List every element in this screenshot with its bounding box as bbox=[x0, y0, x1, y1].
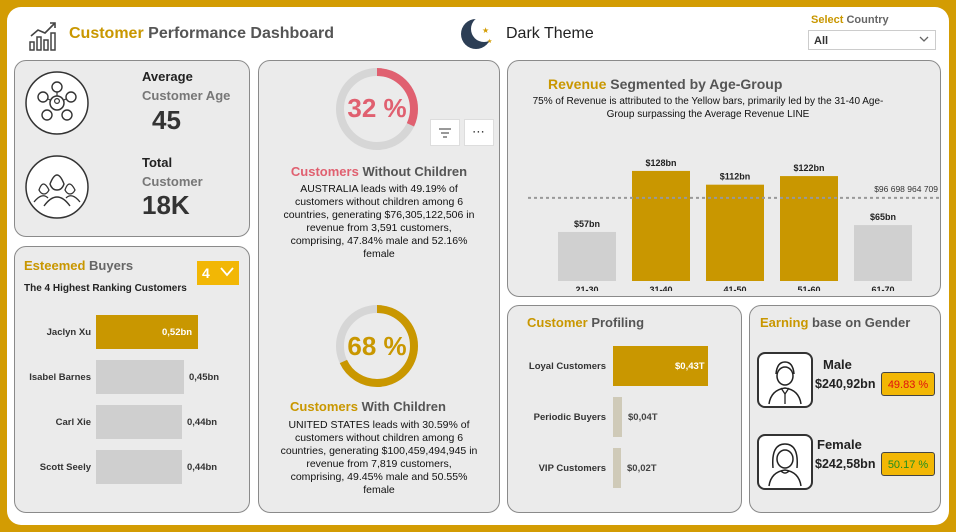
male-revenue: $240,92bn bbox=[815, 377, 876, 391]
profile-name: VIP Customers bbox=[538, 463, 606, 474]
male-label: Male bbox=[823, 357, 852, 372]
country-select[interactable]: All bbox=[808, 30, 936, 50]
male-avatar-icon bbox=[757, 352, 813, 408]
country-select-value: All bbox=[814, 35, 829, 47]
without-children-percent: 32 % bbox=[347, 93, 407, 123]
revenue-card: Revenue Segmented by Age-Group 75% of Re… bbox=[507, 60, 941, 297]
revenue-bar-label: $112bn bbox=[720, 172, 751, 182]
children-card: 32 % ⋯ Customers Without Children AUSTRA… bbox=[258, 60, 500, 513]
without-children-text: AUSTRALIA leads with 49.19% of customers… bbox=[283, 183, 475, 260]
total-customer-value: 18K bbox=[142, 190, 190, 220]
with-children-percent: 68 % bbox=[347, 331, 407, 361]
country-select-label: Select Country bbox=[811, 14, 889, 26]
revenue-bar[interactable] bbox=[632, 170, 690, 281]
revenue-bar[interactable] bbox=[558, 231, 616, 281]
profile-value-label: $0,43T bbox=[675, 361, 705, 372]
kpi-card: Average Customer Age 45 Total Customer 1… bbox=[14, 60, 250, 237]
gender-title: Earning base on Gender bbox=[760, 315, 911, 330]
buyer-name: Isabel Barnes bbox=[29, 372, 91, 383]
buyer-name: Jaclyn Xu bbox=[46, 327, 91, 338]
buyers-subtitle: The 4 Highest Ranking Customers bbox=[24, 283, 187, 294]
theme-toggle[interactable]: ★ ★ Dark Theme bbox=[460, 16, 620, 52]
revenue-category-label: 21-30 bbox=[575, 285, 598, 291]
avg-age-subtitle: Customer Age bbox=[142, 88, 231, 103]
buyers-title: Esteemed Buyers bbox=[24, 258, 134, 273]
buyer-bar[interactable] bbox=[96, 450, 182, 484]
avg-age-title: Average bbox=[142, 69, 193, 84]
profiling-card: Customer Profiling Loyal Customers $0,43T… bbox=[507, 305, 742, 513]
revenue-bar-label: $128bn bbox=[645, 158, 676, 168]
more-options-icon: ⋯ bbox=[472, 125, 485, 140]
buyer-bar[interactable] bbox=[96, 405, 182, 439]
svg-text:★: ★ bbox=[487, 38, 492, 45]
female-percent-badge: 50.17 % bbox=[881, 452, 935, 476]
buyer-bar[interactable] bbox=[96, 360, 184, 394]
top-n-value: 4 bbox=[202, 265, 210, 281]
female-label: Female bbox=[817, 437, 862, 452]
profile-name: Loyal Customers bbox=[528, 361, 606, 372]
total-customer-subtitle: Customer bbox=[142, 174, 203, 189]
top-n-select[interactable]: 4 bbox=[197, 261, 239, 285]
average-revenue-label: $96 698 964 709 bbox=[874, 184, 938, 194]
buyer-value-label: 0,45bn bbox=[189, 372, 220, 383]
buyer-name: Scott Seely bbox=[39, 462, 91, 473]
more-options-button[interactable]: ⋯ bbox=[464, 119, 494, 146]
svg-text:★: ★ bbox=[482, 26, 489, 35]
chevron-down-icon bbox=[219, 265, 235, 279]
customer-women-icon bbox=[24, 154, 90, 220]
revenue-bar-chart: $57bn 21-30 $128bn 31-40 $112bn 41-50 $122bn 51… bbox=[528, 158, 940, 291]
theme-label: Dark Theme bbox=[506, 25, 594, 42]
visual-filter-button[interactable] bbox=[430, 119, 460, 146]
with-children-title: Customers With Children bbox=[290, 399, 446, 414]
customer-group-icon bbox=[24, 70, 90, 136]
profile-value-label: $0,02T bbox=[627, 463, 657, 474]
revenue-subtitle: 75% of Revenue is attributed to the Yell… bbox=[532, 96, 884, 120]
filter-icon bbox=[438, 127, 452, 139]
profile-bar[interactable] bbox=[613, 448, 621, 488]
revenue-category-label: 61-70 bbox=[871, 285, 894, 291]
revenue-title: Revenue Segmented by Age-Group bbox=[548, 76, 783, 92]
dashboard-logo-icon bbox=[28, 20, 58, 52]
revenue-category-label: 41-50 bbox=[723, 285, 746, 291]
without-children-title: Customers Without Children bbox=[290, 164, 468, 179]
buyer-value-label: 0,44bn bbox=[187, 417, 218, 428]
profile-name: Periodic Buyers bbox=[533, 412, 606, 423]
profile-value-label: $0,04T bbox=[628, 412, 658, 423]
buyer-value-label: 0,44bn bbox=[187, 462, 218, 473]
revenue-bar[interactable] bbox=[780, 176, 838, 281]
esteemed-buyers-card: Esteemed Buyers 4 The 4 Highest Ranking … bbox=[14, 246, 250, 513]
total-customer-title: Total bbox=[142, 155, 173, 170]
revenue-bar[interactable] bbox=[706, 184, 764, 281]
revenue-category-label: 31-40 bbox=[649, 285, 672, 291]
revenue-bar[interactable] bbox=[854, 225, 912, 281]
male-percent-badge: 49.83 % bbox=[881, 372, 935, 396]
profile-bar[interactable] bbox=[613, 397, 622, 437]
female-revenue: $242,58bn bbox=[815, 457, 876, 471]
page-title: Customer Performance Dashboard bbox=[69, 25, 334, 42]
revenue-bar-label: $57bn bbox=[574, 219, 600, 229]
chevron-down-icon bbox=[918, 33, 930, 45]
moon-icon: ★ ★ bbox=[460, 16, 496, 52]
revenue-bar-label: $122bn bbox=[793, 163, 824, 173]
buyer-name: Carl Xie bbox=[55, 417, 91, 428]
profiling-title: Customer Profiling bbox=[527, 315, 645, 330]
revenue-category-label: 51-60 bbox=[797, 285, 820, 291]
female-avatar-icon bbox=[757, 434, 813, 490]
buyer-value-label: 0,52bn bbox=[162, 327, 193, 338]
revenue-bar-label: $65bn bbox=[870, 212, 896, 222]
gender-card: Earning base on Gender Male $240,92bn 49… bbox=[749, 305, 941, 513]
with-children-text: UNITED STATES leads with 30.59% of custo… bbox=[280, 419, 478, 496]
avg-age-value: 45 bbox=[152, 105, 181, 135]
